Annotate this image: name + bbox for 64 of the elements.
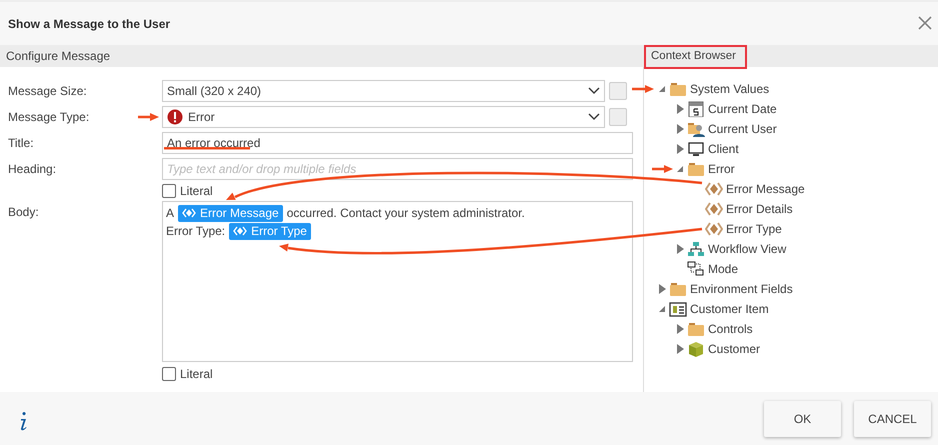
collapsed-arrow-icon[interactable]: [676, 124, 684, 134]
folder-icon: [669, 81, 687, 97]
annotation-arrow: [632, 85, 654, 93]
field-label: Message Size:: [8, 83, 87, 100]
field-icon: [182, 208, 196, 218]
tree-item[interactable]: Controls: [708, 320, 753, 338]
collapsed-arrow-icon[interactable]: [676, 104, 684, 114]
tree-item[interactable]: Client: [708, 140, 739, 158]
annotation-arrow: [138, 113, 159, 121]
collapsed-arrow-icon[interactable]: [676, 344, 684, 354]
tree-item[interactable]: Error Details: [726, 200, 793, 218]
field-icon: [705, 221, 723, 237]
window-title: Show a Message to the User: [8, 16, 170, 32]
field-label: Title:: [8, 135, 34, 152]
body-text: A: [166, 205, 174, 222]
expanded-arrow-icon[interactable]: [658, 305, 666, 313]
field-icon: [233, 226, 248, 236]
body-text: Error Type:: [166, 223, 226, 240]
tree-item[interactable]: Customer Item: [690, 300, 769, 318]
tree-item[interactable]: Mode: [708, 260, 738, 278]
dropdown[interactable]: Small (320 x 240): [162, 80, 605, 102]
tree-item[interactable]: Current User: [708, 120, 777, 138]
tree-item[interactable]: Customer: [708, 340, 760, 358]
tree-item[interactable]: Environment Fields: [690, 280, 793, 298]
cube-icon: [687, 341, 705, 357]
chevron-down-icon: [588, 87, 600, 95]
checkbox-label: Literal: [180, 366, 213, 383]
ok-button[interactable]: OK: [764, 400, 841, 436]
form-icon: [669, 301, 687, 317]
text-field[interactable]: An error occurred: [162, 132, 633, 154]
checkbox[interactable]: [162, 184, 176, 198]
monitor-icon: [687, 141, 705, 157]
body-text: occurred. Contact your system administrator.: [286, 205, 525, 222]
tree-item[interactable]: Error Message: [726, 180, 805, 198]
expanded-arrow-icon[interactable]: [658, 85, 666, 93]
field-icon: [705, 201, 723, 217]
collapsed-arrow-icon[interactable]: [658, 284, 666, 294]
calendar-icon: [687, 101, 705, 117]
field-label: Body:: [8, 204, 39, 221]
folder-icon: [669, 281, 687, 297]
collapsed-arrow-icon[interactable]: [676, 144, 684, 154]
tree-item[interactable]: Error Type: [726, 220, 782, 238]
checkbox-label: Literal: [180, 183, 213, 200]
tree-item[interactable]: Workflow View: [708, 240, 786, 258]
tree-item[interactable]: Current Date: [708, 100, 777, 118]
checkbox[interactable]: [162, 367, 176, 381]
field-label: Heading:: [8, 161, 56, 178]
expanded-arrow-icon[interactable]: [676, 165, 684, 173]
section-heading: Configure Message: [6, 49, 110, 63]
network-icon: [687, 261, 705, 277]
dropdown[interactable]: Error: [162, 106, 605, 128]
hierarchy-icon: [687, 241, 705, 257]
cancel-button[interactable]: CANCEL: [854, 400, 931, 436]
folder-icon: [687, 161, 705, 177]
field-label: Message Type:: [8, 109, 90, 126]
folder-icon: [687, 321, 705, 337]
tree-item[interactable]: Error: [708, 160, 735, 178]
field-icon: [705, 181, 723, 197]
section-heading: Context Browser: [651, 50, 736, 62]
collapsed-arrow-icon[interactable]: [676, 244, 684, 254]
collapsed-arrow-icon[interactable]: [676, 324, 684, 334]
user-icon: [687, 121, 705, 137]
chevron-down-icon: [588, 113, 600, 121]
tree-item[interactable]: System Values: [690, 80, 770, 98]
